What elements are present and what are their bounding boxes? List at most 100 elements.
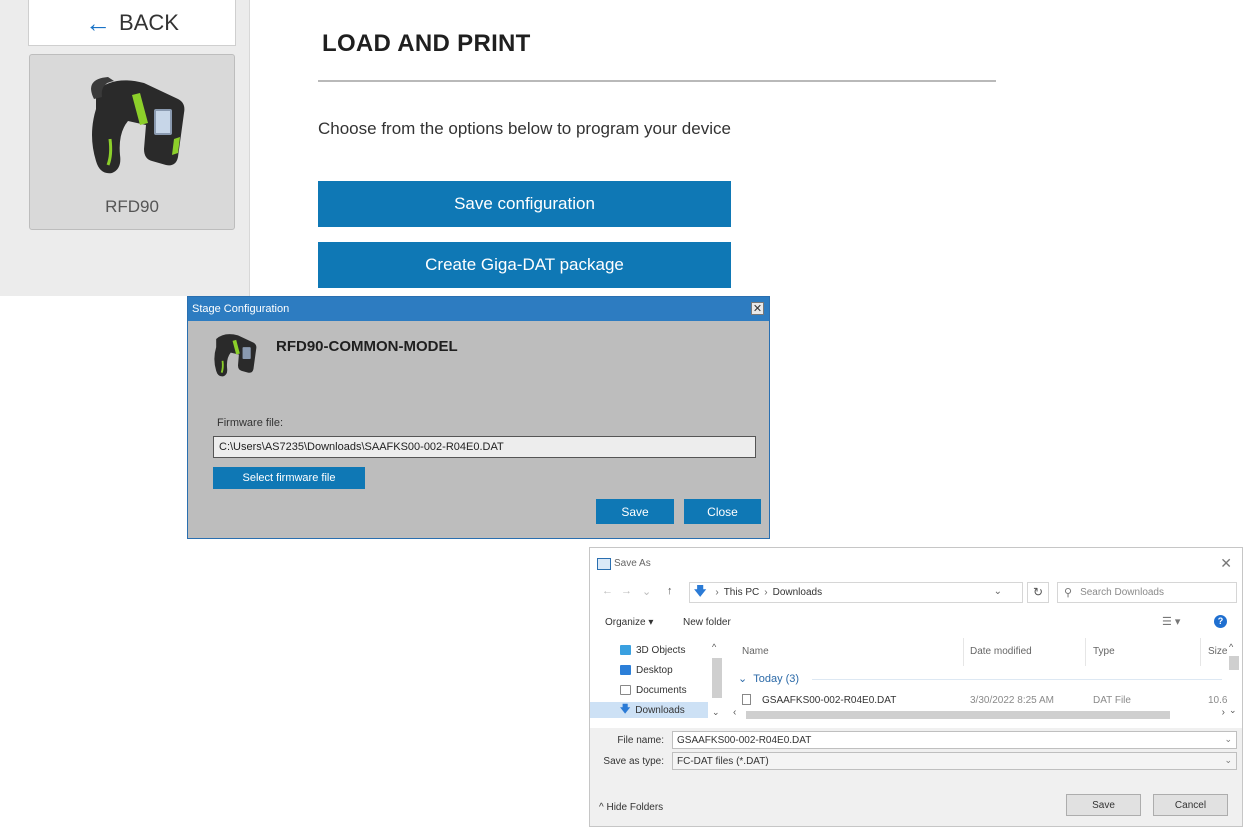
file-name-field[interactable]: GSAAFKS00-002-R04E0.DAT bbox=[672, 731, 1237, 749]
chevron-down-icon[interactable]: ⌄ bbox=[1229, 705, 1237, 716]
downloads-icon: 🡇 bbox=[620, 703, 631, 715]
tree-item-label: Documents bbox=[636, 684, 687, 696]
help-icon[interactable]: ? bbox=[1214, 615, 1227, 628]
3d-objects-icon bbox=[620, 645, 631, 655]
chevron-down-icon: ⌄ bbox=[738, 673, 748, 685]
device-sidebar: ← BACK RFD90 bbox=[0, 0, 250, 296]
search-placeholder: Search Downloads bbox=[1080, 587, 1164, 598]
tree-scrollbar[interactable]: ^ ⌄ bbox=[710, 642, 723, 718]
breadcrumb-separator: › bbox=[715, 587, 719, 598]
breadcrumb-downloads[interactable]: Downloads bbox=[773, 587, 822, 598]
save-as-type-label: Save as type: bbox=[603, 756, 664, 767]
hide-folders-toggle[interactable]: ^ Hide Folders bbox=[599, 802, 663, 813]
chevron-down-icon[interactable]: ⌄ bbox=[994, 586, 1002, 597]
firmware-file-field[interactable]: C:\Users\AS7235\Downloads\SAAFKS00-002-R… bbox=[213, 436, 756, 458]
file-date: 3/30/2022 8:25 AM bbox=[970, 695, 1054, 706]
forward-arrow-icon[interactable]: → bbox=[621, 585, 632, 597]
documents-icon bbox=[620, 685, 631, 695]
up-arrow-icon[interactable]: ↑ bbox=[667, 585, 673, 597]
downloads-icon: 🡇 bbox=[694, 584, 707, 598]
file-icon bbox=[742, 694, 751, 705]
stage-close-button[interactable]: Close bbox=[684, 499, 761, 524]
save-as-titlebar: Save As ✕ bbox=[590, 548, 1242, 578]
chevron-down-icon[interactable]: ⌄ bbox=[1224, 734, 1232, 745]
file-list: Name Date modified Type Size ⌄ Today (3)… bbox=[730, 638, 1240, 720]
hide-folders-label: Hide Folders bbox=[606, 802, 664, 813]
back-arrow-icon[interactable]: ← bbox=[602, 585, 613, 597]
device-card-rfd90[interactable]: RFD90 bbox=[29, 54, 235, 230]
recent-chevron-icon[interactable]: ⌄ bbox=[642, 585, 651, 598]
tree-item-desktop[interactable]: Desktop bbox=[620, 662, 673, 678]
address-bar[interactable]: 🡇 › This PC › Downloads ⌄ bbox=[689, 582, 1023, 603]
scrollbar-thumb[interactable] bbox=[712, 658, 722, 698]
stage-configuration-dialog: Stage Configuration ✕ RFD90-COMMON-MODEL… bbox=[187, 296, 770, 539]
tree-item-downloads[interactable]: 🡇 Downloads bbox=[590, 702, 708, 718]
save-as-toolbar: Organize ▾ New folder ☰ ▾ ? bbox=[590, 612, 1242, 634]
column-divider bbox=[1200, 638, 1201, 666]
group-label: Today (3) bbox=[753, 672, 800, 685]
tree-item-label: Desktop bbox=[636, 664, 673, 676]
tree-item-3d-objects[interactable]: 3D Objects bbox=[620, 642, 685, 658]
create-giga-dat-button[interactable]: Create Giga-DAT package bbox=[318, 242, 731, 288]
folder-tree: 3D Objects Desktop Documents 🡇 Downloads… bbox=[590, 638, 726, 720]
tree-item-label: 3D Objects bbox=[636, 644, 686, 656]
chevron-up-icon[interactable]: ^ bbox=[712, 642, 716, 652]
save-as-dialog: Save As ✕ ← → ⌄ ↑ 🡇 › This PC › Download… bbox=[589, 547, 1243, 827]
rfd90-device-image bbox=[91, 77, 185, 174]
select-firmware-file-button[interactable]: Select firmware file bbox=[213, 467, 365, 489]
view-options-icon[interactable]: ☰ ▾ bbox=[1162, 615, 1180, 628]
save-as-title: Save As bbox=[614, 558, 651, 569]
file-row[interactable]: GSAAFKS00-002-R04E0.DAT 3/30/2022 8:25 A… bbox=[730, 693, 1228, 709]
tree-item-documents[interactable]: Documents bbox=[620, 682, 687, 698]
chevron-down-icon[interactable]: ⌄ bbox=[712, 707, 720, 718]
group-header[interactable]: ⌄ Today (3) bbox=[738, 672, 800, 686]
save-fields: File name: GSAAFKS00-002-R04E0.DAT ⌄ Sav… bbox=[590, 728, 1242, 778]
organize-menu[interactable]: Organize ▾ bbox=[605, 617, 653, 628]
column-header-date[interactable]: Date modified bbox=[970, 646, 1032, 657]
horizontal-scrollbar[interactable]: ‹ › bbox=[730, 707, 1227, 720]
chevron-up-icon: ^ bbox=[599, 802, 604, 813]
tree-item-label: Downloads bbox=[635, 704, 685, 716]
scrollbar-thumb[interactable] bbox=[1229, 656, 1239, 670]
breadcrumb-this-pc[interactable]: This PC bbox=[724, 587, 760, 598]
file-list-scrollbar[interactable]: ^ ⌄ bbox=[1227, 642, 1239, 716]
save-type-row: Save as type: FC-DAT files (*.DAT) ⌄ bbox=[590, 752, 1242, 772]
rfd90-device-icon bbox=[214, 334, 257, 377]
column-header-type[interactable]: Type bbox=[1093, 646, 1115, 657]
title-divider bbox=[318, 80, 996, 82]
desktop-icon bbox=[620, 665, 631, 675]
save-configuration-button[interactable]: Save configuration bbox=[318, 181, 731, 227]
close-icon[interactable]: ✕ bbox=[751, 302, 764, 315]
back-button[interactable]: ← BACK bbox=[28, 0, 236, 46]
stage-dialog-title: Stage Configuration bbox=[192, 303, 290, 315]
chevron-up-icon[interactable]: ^ bbox=[1229, 642, 1233, 652]
stage-save-button[interactable]: Save bbox=[596, 499, 674, 524]
column-header-name[interactable]: Name bbox=[742, 646, 769, 657]
cancel-button[interactable]: Cancel bbox=[1153, 794, 1228, 816]
search-icon: ⚲ bbox=[1064, 587, 1073, 599]
save-as-footer: ^ Hide Folders Save Cancel bbox=[590, 778, 1242, 826]
page-title: LOAD AND PRINT bbox=[322, 30, 531, 57]
device-card-label: RFD90 bbox=[105, 197, 159, 216]
file-name-label: File name: bbox=[617, 735, 664, 746]
file-name: GSAAFKS00-002-R04E0.DAT bbox=[762, 695, 897, 706]
stage-dialog-titlebar: Stage Configuration ✕ bbox=[188, 297, 769, 321]
chevron-down-icon[interactable]: ⌄ bbox=[1224, 755, 1232, 766]
chevron-right-icon[interactable]: › bbox=[1222, 707, 1225, 718]
save-as-type-select[interactable]: FC-DAT files (*.DAT) bbox=[672, 752, 1237, 770]
window-icon bbox=[597, 558, 611, 570]
close-icon[interactable]: ✕ bbox=[1220, 555, 1232, 572]
chevron-left-icon[interactable]: ‹ bbox=[733, 707, 736, 718]
navigation-bar: ← → ⌄ ↑ 🡇 › This PC › Downloads ⌄ ↻ ⚲ Se… bbox=[590, 582, 1242, 604]
new-folder-button[interactable]: New folder bbox=[683, 617, 731, 628]
column-header-size[interactable]: Size bbox=[1208, 646, 1227, 657]
scrollbar-thumb[interactable] bbox=[746, 711, 1170, 719]
column-divider bbox=[963, 638, 964, 666]
search-input[interactable]: ⚲ Search Downloads bbox=[1057, 582, 1237, 603]
save-button[interactable]: Save bbox=[1066, 794, 1141, 816]
refresh-icon[interactable]: ↻ bbox=[1027, 582, 1049, 603]
file-size: 10.6 bbox=[1208, 695, 1228, 706]
arrow-left-icon: ← bbox=[85, 7, 112, 38]
file-name-row: File name: GSAAFKS00-002-R04E0.DAT ⌄ bbox=[590, 731, 1242, 751]
device-model-name: RFD90-COMMON-MODEL bbox=[276, 338, 458, 355]
